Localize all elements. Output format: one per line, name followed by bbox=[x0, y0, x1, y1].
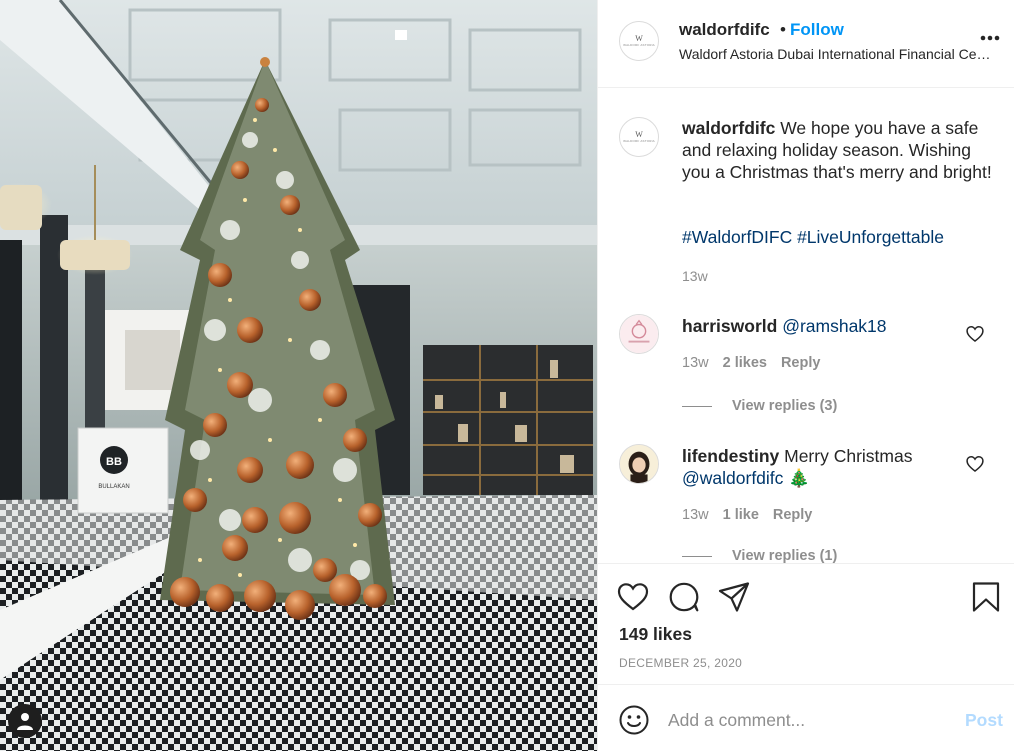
view-replies-button[interactable]: View replies (3) bbox=[682, 398, 837, 414]
christmas-tree-emoji: 🎄 bbox=[788, 468, 811, 488]
post-date[interactable]: DECEMBER 25, 2020 bbox=[619, 656, 742, 670]
separator-dot: • bbox=[780, 20, 786, 39]
comment-text: Merry Christmas bbox=[784, 446, 913, 466]
post-comment-button[interactable]: Post bbox=[965, 710, 1003, 731]
save-bookmark-icon[interactable] bbox=[969, 580, 1003, 614]
comment-time[interactable]: 13w bbox=[682, 507, 709, 523]
view-replies-button[interactable]: View replies (1) bbox=[682, 548, 837, 563]
profile-illustration-icon bbox=[620, 445, 658, 483]
caption-avatar[interactable]: W WALDORF ASTORIA bbox=[619, 117, 659, 157]
post-header: W WALDORF ASTORIA waldorfdifc • Follow Wa… bbox=[598, 0, 1014, 88]
comment-text-block: lifendestiny Merry Christmas @waldorfdif… bbox=[682, 445, 962, 489]
likes-count[interactable]: 149 likes bbox=[619, 624, 692, 645]
caption-username[interactable]: waldorfdifc bbox=[682, 118, 775, 138]
waldorf-logo-icon: W WALDORF ASTORIA bbox=[623, 130, 655, 144]
like-comment-heart-icon[interactable] bbox=[965, 324, 985, 344]
author-avatar[interactable]: W WALDORF ASTORIA bbox=[619, 21, 659, 61]
comments-list[interactable]: W WALDORF ASTORIA waldorfdifc We hope you… bbox=[598, 89, 1014, 563]
divider-line bbox=[682, 405, 712, 407]
commenter-avatar[interactable] bbox=[619, 444, 659, 484]
post-actions: 149 likes DECEMBER 25, 2020 bbox=[598, 563, 1014, 683]
like-heart-icon[interactable] bbox=[616, 580, 650, 614]
view-replies-label: View replies (3) bbox=[732, 398, 838, 414]
comment-bubble-icon[interactable] bbox=[667, 580, 701, 614]
caption-text-block: waldorfdifc We hope you have a safe and … bbox=[682, 117, 992, 183]
ring-logo-icon bbox=[620, 315, 658, 353]
comment-mention[interactable]: @waldorfdifc bbox=[682, 468, 783, 488]
comment-username[interactable]: harrisworld bbox=[682, 316, 777, 336]
divider-line bbox=[682, 555, 712, 557]
caption-time[interactable]: 13w bbox=[682, 268, 708, 284]
comment-meta: 13w 1 like Reply bbox=[682, 507, 812, 523]
waldorf-logo-icon: W WALDORF ASTORIA bbox=[623, 34, 655, 48]
like-comment-heart-icon[interactable] bbox=[965, 454, 985, 474]
post-photo[interactable]: BB BULLAKAN bbox=[0, 0, 597, 751]
author-username[interactable]: waldorfdifc bbox=[679, 20, 770, 40]
caption-hashtags[interactable]: #WaldorfDIFC #LiveUnforgettable bbox=[682, 227, 944, 248]
comment-input[interactable] bbox=[668, 705, 948, 735]
desk-sign-subtext: BULLAKAN bbox=[98, 484, 129, 490]
desk-sign-text: BB bbox=[106, 456, 122, 468]
reply-button[interactable]: Reply bbox=[773, 507, 813, 523]
comment-time[interactable]: 13w bbox=[682, 355, 709, 371]
comment-likes[interactable]: 1 like bbox=[723, 507, 759, 523]
comment-username[interactable]: lifendestiny bbox=[682, 446, 779, 466]
reply-button[interactable]: Reply bbox=[781, 355, 821, 371]
follow-button[interactable]: Follow bbox=[790, 20, 844, 40]
share-paper-plane-icon[interactable] bbox=[717, 580, 751, 614]
more-options-icon bbox=[980, 35, 1000, 41]
more-options-button[interactable] bbox=[978, 28, 1002, 48]
commenter-avatar[interactable] bbox=[619, 314, 659, 354]
location-link[interactable]: Waldorf Astoria Dubai International Fina… bbox=[679, 46, 997, 62]
comment-mention[interactable]: @ramshak18 bbox=[782, 316, 886, 336]
comment-meta: 13w 2 likes Reply bbox=[682, 355, 820, 371]
comment-text-block: harrisworld @ramshak18 bbox=[682, 315, 962, 337]
add-comment-bar: Post bbox=[598, 684, 1014, 751]
emoji-smiley-icon[interactable] bbox=[618, 704, 650, 736]
view-replies-label: View replies (1) bbox=[732, 548, 838, 563]
tagged-users-button[interactable] bbox=[8, 704, 42, 738]
post-details-panel: W WALDORF ASTORIA waldorfdifc • Follow Wa… bbox=[597, 0, 1014, 751]
christmas-tree-lobby-image: BB BULLAKAN bbox=[0, 0, 597, 751]
person-icon bbox=[17, 713, 33, 730]
comment-likes[interactable]: 2 likes bbox=[723, 355, 767, 371]
